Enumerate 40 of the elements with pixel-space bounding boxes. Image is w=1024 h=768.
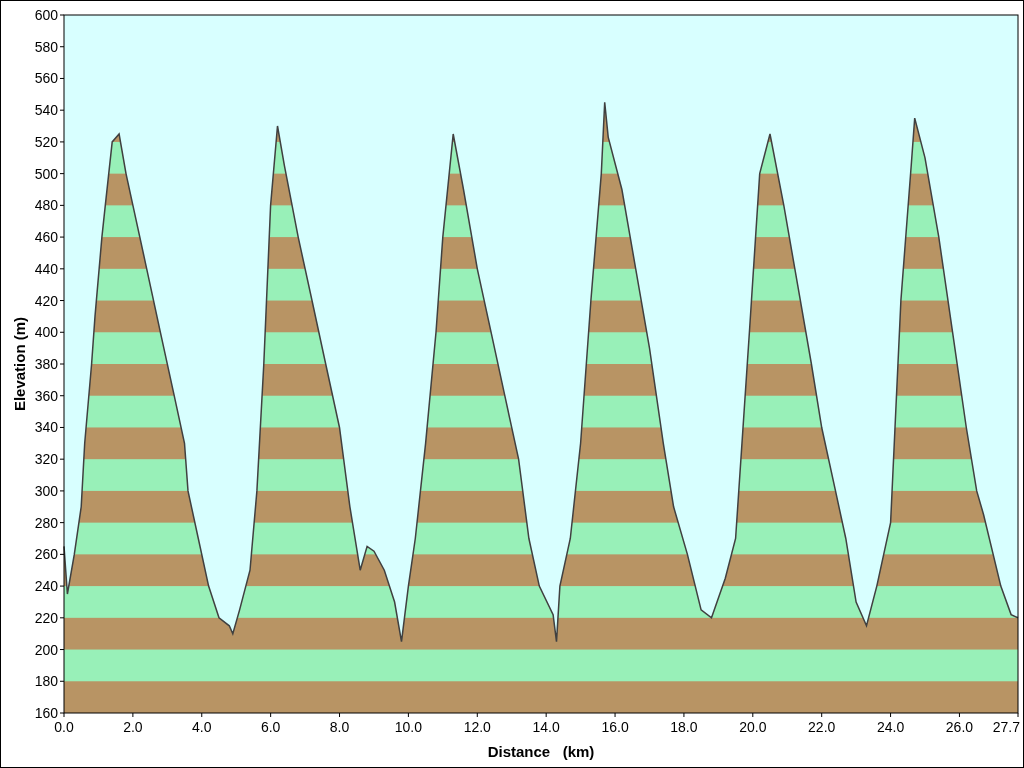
y-tick-label: 260 bbox=[34, 546, 58, 563]
y-tick-label: 220 bbox=[34, 609, 58, 626]
y-tick-label: 200 bbox=[34, 641, 58, 658]
y-tick-label: 420 bbox=[34, 292, 58, 309]
y-tick-label: 180 bbox=[34, 673, 58, 690]
y-tick-label: 280 bbox=[34, 514, 58, 531]
x-tick-label: 12.0 bbox=[463, 719, 491, 735]
y-tick-label: 480 bbox=[34, 197, 58, 214]
y-tick-label: 360 bbox=[34, 387, 58, 404]
y-tick-label: 600 bbox=[34, 7, 58, 23]
y-tick-label: 580 bbox=[34, 38, 58, 55]
x-tick-label: 24.0 bbox=[876, 719, 905, 735]
x-tick-label: 16.0 bbox=[601, 719, 629, 735]
y-tick-label: 340 bbox=[34, 419, 58, 436]
y-tick-label: 500 bbox=[34, 165, 58, 182]
y-tick-label: 380 bbox=[34, 356, 58, 372]
y-tick-label: 440 bbox=[34, 260, 58, 277]
x-tick-label: 0.0 bbox=[54, 719, 74, 735]
y-tick-label: 540 bbox=[34, 102, 58, 119]
x-tick-label: 26.0 bbox=[945, 719, 974, 735]
x-tick-label: 10.0 bbox=[394, 719, 423, 735]
y-tick-label: 320 bbox=[34, 451, 58, 468]
y-tick-label: 160 bbox=[34, 705, 58, 721]
y-axis-title: Elevation (m) bbox=[11, 316, 28, 412]
x-tick-label: 18.0 bbox=[670, 719, 698, 735]
x-tick-label: 20.0 bbox=[739, 719, 767, 735]
x-tick-label: 14.0 bbox=[532, 719, 560, 735]
x-tick-label: 6.0 bbox=[260, 719, 281, 735]
y-tick-label: 400 bbox=[34, 324, 58, 341]
x-tick-label: 22.0 bbox=[808, 719, 836, 735]
y-tick-label: 240 bbox=[34, 578, 58, 595]
x-tick-label: 8.0 bbox=[329, 719, 350, 735]
x-tick-label: 2.0 bbox=[123, 719, 143, 735]
y-tick-label: 300 bbox=[34, 482, 58, 499]
x-tick-label: 4.0 bbox=[192, 719, 212, 735]
y-tick-label: 460 bbox=[34, 229, 58, 246]
y-tick-label: 520 bbox=[34, 133, 58, 150]
x-axis-title: Distance (km) bbox=[487, 743, 595, 760]
y-tick-label: 560 bbox=[34, 70, 58, 87]
x-tick-label: 27.7 bbox=[992, 719, 1020, 735]
